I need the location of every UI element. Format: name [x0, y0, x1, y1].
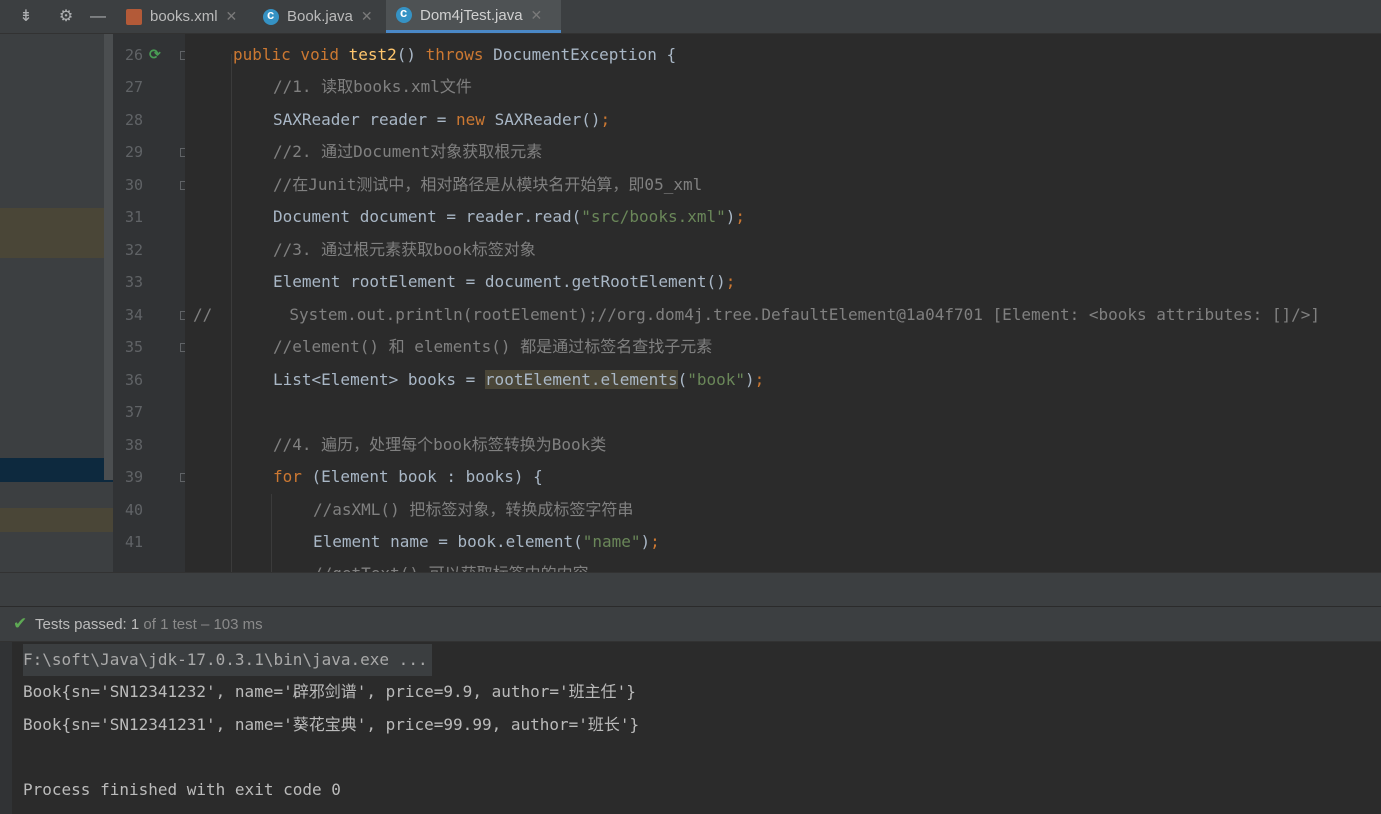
- minimize-icon[interactable]: —: [84, 0, 112, 33]
- check-icon: ✔: [13, 614, 28, 633]
- code-comment: //1. 读取books.xml文件: [273, 77, 472, 96]
- code-comment: //asXML() 把标签对象，转换成标签字符串: [313, 500, 634, 519]
- line-number: 32: [124, 241, 143, 259]
- code-comment: //在Junit测试中，相对路径是从模块名开始算，即05_xml: [273, 175, 703, 194]
- line-number: 28: [124, 111, 143, 129]
- collapse-icon[interactable]: ⇟: [12, 0, 40, 33]
- line-number: 30: [124, 176, 143, 194]
- console-line[interactable]: F:\soft\Java\jdk-17.0.3.1\bin\java.exe .…: [23, 644, 432, 676]
- console-output[interactable]: F:\soft\Java\jdk-17.0.3.1\bin\java.exe .…: [12, 642, 1381, 814]
- editor-tab-bar: ⇟ ⚙ — books.xml ✕ Book.java ✕ Dom4jTest.…: [0, 0, 1381, 34]
- console-line: Book{sn='SN12341231', name='葵花宝典', price…: [23, 715, 640, 734]
- code-comment: //element() 和 elements() 都是通过标签名查找子元素: [273, 337, 713, 356]
- line-number: 39: [124, 468, 143, 486]
- console-gutter: [0, 642, 12, 814]
- line-number: 41: [124, 533, 143, 551]
- tab-books-xml[interactable]: books.xml ✕: [116, 0, 253, 33]
- line-number: 27: [124, 78, 143, 96]
- project-row-selected[interactable]: [0, 458, 113, 482]
- close-icon[interactable]: ✕: [226, 8, 238, 25]
- project-panel[interactable]: [0, 34, 113, 572]
- line-number: 40: [124, 501, 143, 519]
- tool-window-header: [0, 572, 1381, 607]
- code-line: SAXReader reader = new SAXReader();: [273, 110, 611, 129]
- tab-book-java[interactable]: Book.java ✕: [253, 0, 385, 33]
- run-test-icon[interactable]: ⟳: [149, 38, 161, 70]
- code-comment: //4. 遍历，处理每个book标签转换为Book类: [273, 435, 607, 454]
- code-line-commented: // System.out.println(rootElement);//org…: [193, 305, 1321, 324]
- code-line: for (Element book : books) {: [273, 467, 543, 486]
- gear-icon[interactable]: ⚙: [52, 0, 80, 33]
- console-line: Book{sn='SN12341232', name='辟邪剑谱', price…: [23, 682, 636, 701]
- code-line: Document document = reader.read("src/boo…: [273, 207, 746, 226]
- test-status: Tests passed: 1 of 1 test – 103 ms: [35, 616, 263, 633]
- line-number: 31: [124, 208, 143, 226]
- console-line: Process finished with exit code 0: [23, 780, 341, 799]
- code-line: Element rootElement = document.getRootEl…: [273, 272, 736, 291]
- project-row-highlight[interactable]: [0, 508, 113, 532]
- line-number: 26: [124, 46, 143, 64]
- java-class-icon: [263, 7, 279, 25]
- tab-label: Dom4jTest.java: [420, 6, 523, 24]
- code-line: public void test2() throws DocumentExcep…: [233, 45, 677, 64]
- line-number: 35: [124, 338, 143, 356]
- code-comment: //3. 通过根元素获取book标签对象: [273, 240, 536, 259]
- line-number: 33: [124, 273, 143, 291]
- tab-dom4jtest-java[interactable]: Dom4jTest.java ✕: [386, 0, 561, 33]
- code-comment: //getText() 可以获取标签中的内容: [313, 558, 589, 572]
- code-comment: //2. 通过Document对象获取根元素: [273, 142, 543, 161]
- line-number: 34: [124, 306, 143, 324]
- close-icon[interactable]: ✕: [361, 8, 373, 25]
- close-icon[interactable]: ✕: [531, 7, 543, 24]
- line-number: 37: [124, 403, 143, 421]
- test-results-bar: ✔ Tests passed: 1 of 1 test – 103 ms: [0, 606, 1381, 642]
- project-row-highlight[interactable]: [0, 208, 113, 258]
- line-number: 36: [124, 371, 143, 389]
- java-test-class-icon: [396, 5, 412, 23]
- xml-file-icon: [126, 8, 142, 25]
- line-number: 29: [124, 143, 143, 161]
- code-line: List<Element> books = rootElement.elemen…: [273, 370, 765, 389]
- tab-label: books.xml: [150, 8, 218, 25]
- tab-label: Book.java: [287, 8, 353, 25]
- line-number: 38: [124, 436, 143, 454]
- scrollbar[interactable]: [104, 34, 113, 480]
- code-editor[interactable]: public void test2() throws DocumentExcep…: [185, 34, 1381, 572]
- code-line: Element name = book.element("name");: [313, 532, 660, 551]
